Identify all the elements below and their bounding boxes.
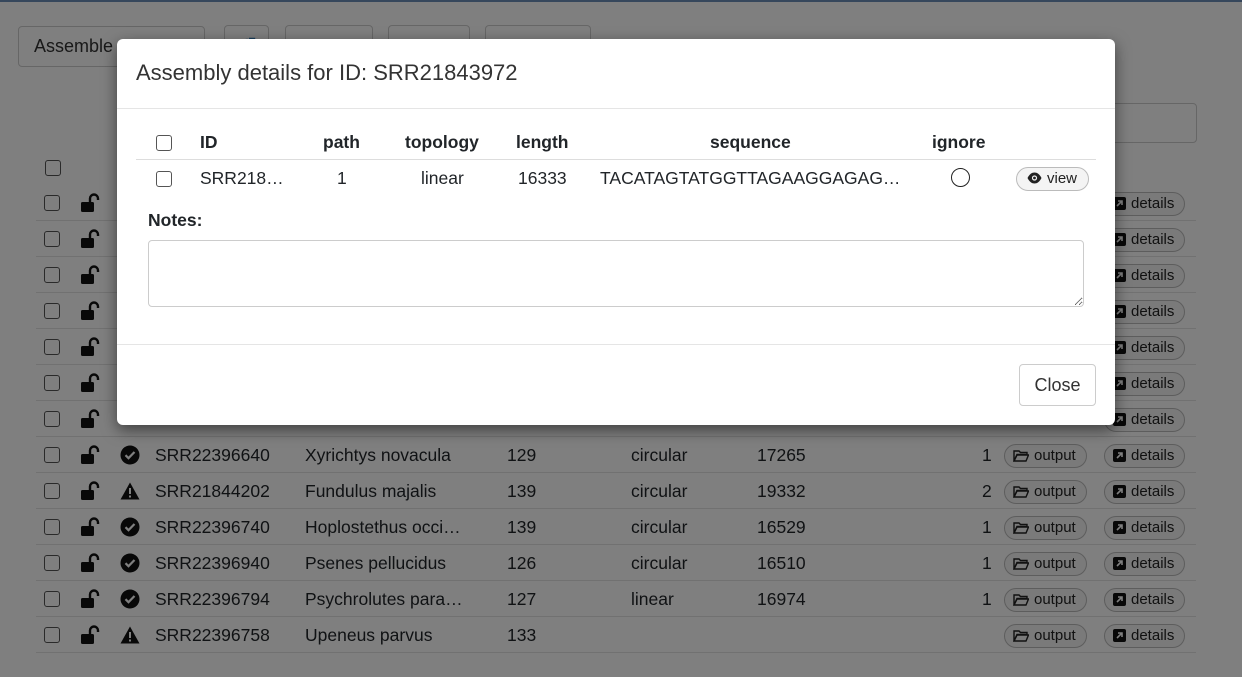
modal-select-all-checkbox[interactable]	[156, 135, 172, 151]
footer-divider	[117, 344, 1115, 345]
path-row-id: SRR218…	[200, 168, 284, 188]
view-label: view	[1047, 170, 1078, 187]
view-sequence-button[interactable]: view	[1016, 167, 1089, 191]
col-id: ID	[200, 132, 218, 152]
assembly-details-modal: Assembly details for ID: SRR21843972 ID …	[117, 39, 1115, 425]
path-row-path: 1	[337, 168, 347, 188]
path-row-topology: linear	[421, 168, 464, 188]
col-path: path	[323, 132, 360, 152]
ignore-radio[interactable]	[951, 168, 970, 187]
notes-label: Notes:	[148, 210, 203, 230]
path-row-sequence: TACATAGTATGGTTAGAAGGAGAG…	[600, 168, 901, 188]
notes-textarea[interactable]	[148, 240, 1084, 307]
table-header-divider	[136, 159, 1096, 160]
close-button[interactable]: Close	[1019, 364, 1096, 406]
col-topology: topology	[405, 132, 479, 152]
col-length: length	[516, 132, 569, 152]
path-row-length: 16333	[518, 168, 567, 188]
modal-title: Assembly details for ID: SRR21843972	[136, 60, 518, 85]
col-ignore: ignore	[932, 132, 986, 152]
path-row-checkbox[interactable]	[156, 171, 172, 187]
col-sequence: sequence	[710, 132, 791, 152]
eye-icon	[1027, 172, 1042, 184]
header-divider	[117, 108, 1115, 109]
